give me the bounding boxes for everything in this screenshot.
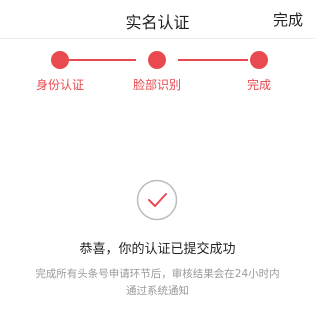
step-dot-identity <box>51 51 69 69</box>
page-title: 实名认证 <box>125 13 190 32</box>
result-description: 完成所有头条号申请环节后，审核结果会在24小时内 <box>35 268 280 280</box>
success-title: 恭喜，你的认证已提交成功 <box>79 242 236 257</box>
navigation-bar: 实名认证 完成 <box>0 0 315 39</box>
back-button[interactable] <box>0 0 40 38</box>
step-connector <box>66 59 136 61</box>
result-description-continued: 通过系统通知 <box>126 285 189 297</box>
step-dot-complete <box>250 51 268 69</box>
step-label-identity: 身份认证 <box>35 78 84 92</box>
done-button[interactable]: 完成 <box>273 9 303 30</box>
progress-steps: 身份认证 脸部识别 完成 <box>0 45 315 105</box>
check-circle-icon <box>136 179 178 221</box>
step-label-complete: 完成 <box>246 78 271 92</box>
step-dot-face <box>148 51 166 69</box>
step-connector <box>178 59 248 61</box>
step-label-face: 脸部识别 <box>132 78 181 92</box>
